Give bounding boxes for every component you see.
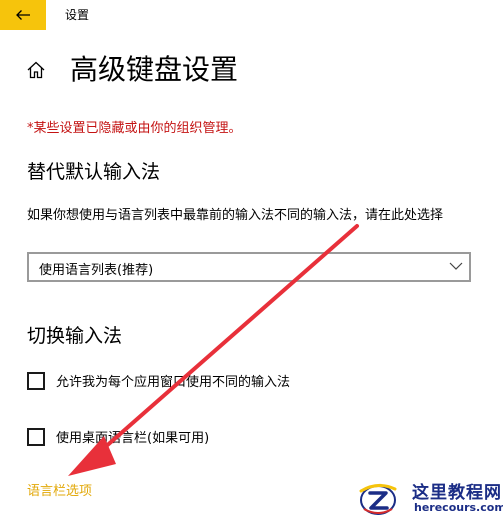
chevron-down-icon (449, 262, 463, 270)
switch-input-heading: 切换输入法 (27, 325, 123, 347)
back-button[interactable] (0, 0, 46, 30)
app-title: 设置 (65, 8, 90, 22)
watermark-url: herecours.com (414, 501, 503, 514)
desktop-language-bar-label: 使用桌面语言栏(如果可用) (56, 431, 210, 446)
watermark-title: 这里教程网 (412, 483, 502, 503)
per-app-input-checkbox[interactable] (27, 371, 45, 390)
dropdown-selected-value: 使用语言列表(推荐) (39, 263, 154, 278)
managed-settings-notice: *某些设置已隐藏或由你的组织管理。 (27, 121, 242, 136)
arrow-left-icon (16, 10, 30, 20)
desktop-language-bar-checkbox[interactable] (27, 427, 45, 446)
input-method-dropdown[interactable]: 使用语言列表(推荐) (27, 252, 471, 282)
per-app-input-option[interactable]: 允许我为每个应用窗口使用不同的输入法 (27, 371, 290, 390)
override-input-description: 如果你想使用与语言列表中最靠前的输入法不同的输入法，请在此处选择 (27, 208, 444, 223)
override-input-heading: 替代默认输入法 (27, 161, 161, 183)
per-app-input-label: 允许我为每个应用窗口使用不同的输入法 (56, 375, 291, 390)
site-logo-icon (359, 484, 397, 515)
site-watermark: 这里教程网 herecours.com (358, 476, 503, 520)
page-title: 高级键盘设置 (70, 53, 239, 86)
title-bar: 设置 (0, 0, 503, 30)
home-icon[interactable] (26, 60, 46, 80)
language-bar-options-link[interactable]: 语言栏选项 (27, 480, 92, 499)
desktop-language-bar-option[interactable]: 使用桌面语言栏(如果可用) (27, 427, 209, 446)
